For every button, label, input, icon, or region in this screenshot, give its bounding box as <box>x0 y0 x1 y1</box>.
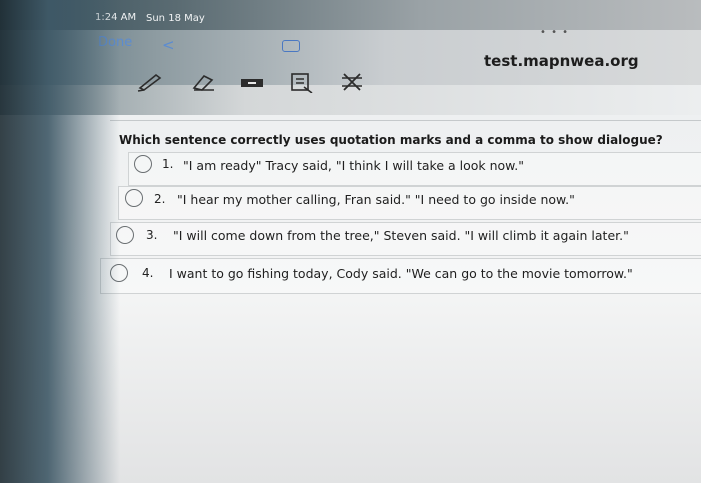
done-button[interactable]: Done <box>98 35 132 50</box>
highlighter-icon[interactable] <box>238 70 266 94</box>
question-prompt: Which sentence correctly uses quotation … <box>119 133 663 147</box>
option-text: "I am ready" Tracy said, "I think I will… <box>183 158 524 173</box>
option-number: 1. <box>162 157 174 171</box>
pencil-icon[interactable] <box>136 70 164 94</box>
radio-option-3[interactable] <box>116 226 134 244</box>
cross-out-icon[interactable] <box>338 70 366 94</box>
status-date: Sun 18 May <box>146 13 205 24</box>
option-text: "I hear my mother calling, Fran said." "… <box>177 192 575 207</box>
screen: 1:24 AM Sun 18 May Done < • • • test.map… <box>0 0 701 483</box>
answer-eliminator-icon[interactable] <box>288 70 316 94</box>
option-number: 3. <box>146 228 158 242</box>
status-time: 1:24 AM <box>95 12 137 23</box>
tabs-icon[interactable] <box>282 40 300 52</box>
radio-option-2[interactable] <box>125 189 143 207</box>
radio-option-1[interactable] <box>134 155 152 173</box>
eraser-icon[interactable] <box>190 70 218 94</box>
option-number: 2. <box>154 192 166 206</box>
option-text: "I will come down from the tree," Steven… <box>173 228 629 243</box>
radio-option-4[interactable] <box>110 264 128 282</box>
url-field[interactable]: test.mapnwea.org <box>484 52 639 70</box>
option-text: I want to go fishing today, Cody said. "… <box>169 266 633 281</box>
divider <box>110 120 701 121</box>
back-button[interactable]: < <box>162 36 175 54</box>
more-icon[interactable]: • • • <box>540 27 569 38</box>
status-bar: 1:24 AM Sun 18 May <box>0 0 701 30</box>
option-number: 4. <box>142 266 154 280</box>
